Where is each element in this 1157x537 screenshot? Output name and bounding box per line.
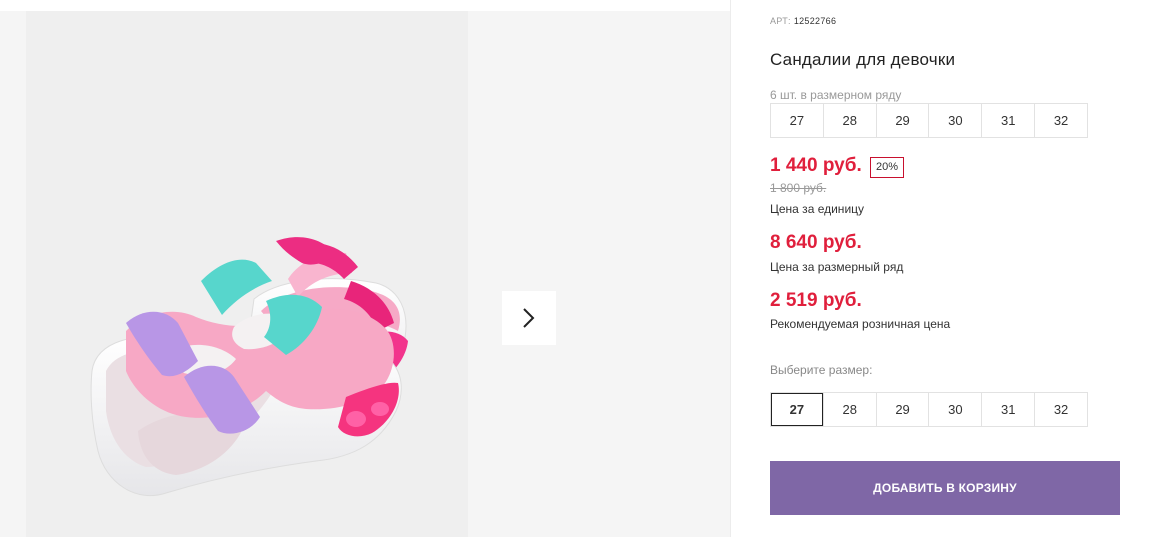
unit-price-caption: Цена за единицу xyxy=(770,202,865,216)
size-option-29[interactable]: 29 xyxy=(875,393,929,426)
pack-size-cell: 30 xyxy=(928,104,981,137)
retail-price-caption: Рекомендуемая розничная цена xyxy=(770,317,951,331)
pack-price: 8 640 руб. xyxy=(770,232,862,253)
pack-size-cell: 32 xyxy=(1034,104,1087,137)
sku: АРТ: 12522766 xyxy=(770,16,836,26)
discount-badge: 20% xyxy=(870,157,905,178)
pack-note: 6 шт. в размерном ряду xyxy=(770,88,902,102)
size-option-32[interactable]: 32 xyxy=(1034,393,1087,426)
pack-size-cell: 29 xyxy=(875,104,929,137)
product-title: Сандалии для девочки xyxy=(770,50,956,69)
size-option-28[interactable]: 28 xyxy=(822,393,876,426)
sku-label: АРТ: xyxy=(770,16,791,26)
pack-size-cell: 31 xyxy=(981,104,1034,137)
product-page: АРТ: 12522766 Сандалии для девочки 6 шт. … xyxy=(0,0,1157,537)
old-price: 1 800 руб. xyxy=(770,181,827,195)
pack-size-cell: 27 xyxy=(789,113,805,128)
size-selector: 27 28 29 30 31 32 xyxy=(770,392,1088,427)
sandal-image xyxy=(90,237,408,497)
product-photo xyxy=(26,11,468,537)
pack-size-cell: 28 xyxy=(822,104,876,137)
size-option-30[interactable]: 30 xyxy=(928,393,981,426)
retail-price: 2 519 руб. xyxy=(770,290,862,311)
next-image-button[interactable] xyxy=(502,291,556,345)
column-divider xyxy=(730,0,731,537)
size-option-31[interactable]: 31 xyxy=(981,393,1034,426)
chevron-right-icon xyxy=(523,308,535,328)
add-to-cart-button[interactable]: ДОБАВИТЬ В КОРЗИНУ xyxy=(770,461,1120,515)
unit-price: 1 440 руб. xyxy=(770,155,862,176)
pack-price-caption: Цена за размерный ряд xyxy=(770,260,904,274)
sku-value: 12522766 xyxy=(793,16,837,26)
size-option-27[interactable]: 27 xyxy=(771,393,823,426)
product-gallery xyxy=(0,11,730,537)
pack-size-row: 27 28 29 30 31 32 xyxy=(770,103,1088,138)
size-selector-label: Выберите размер: xyxy=(770,363,873,377)
